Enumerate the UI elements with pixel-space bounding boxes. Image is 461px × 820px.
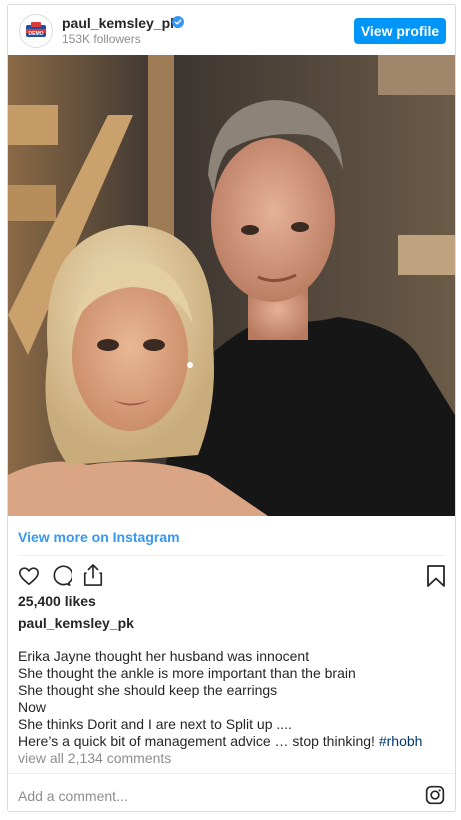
- divider: [8, 773, 455, 774]
- profile-avatar[interactable]: DEMO: [19, 14, 53, 48]
- view-more-on-instagram-link[interactable]: View more on Instagram: [18, 529, 180, 545]
- share-icon[interactable]: [82, 563, 104, 587]
- bookmark-icon[interactable]: [426, 565, 446, 587]
- caption-line: Now: [18, 699, 47, 715]
- view-profile-button[interactable]: View profile: [354, 18, 446, 44]
- hashtag-link[interactable]: #rhobh: [379, 733, 423, 749]
- heart-icon[interactable]: [18, 565, 40, 587]
- comment-icon[interactable]: [50, 565, 72, 587]
- post-caption: Erika Jayne thought her husband was inno…: [18, 648, 448, 750]
- view-all-comments-link[interactable]: view all 2,134 comments: [18, 750, 171, 766]
- caption-line-last: Here’s a quick bit of management advice …: [18, 733, 448, 750]
- caption-line: She thought the ankle is more important …: [18, 665, 356, 681]
- caption-line: Here’s a quick bit of management advice …: [18, 733, 379, 749]
- add-comment-input[interactable]: Add a comment...: [18, 788, 128, 804]
- post-photo-image: [8, 55, 455, 516]
- caption-line: Erika Jayne thought her husband was inno…: [18, 648, 310, 664]
- svg-text:DEMO: DEMO: [29, 31, 44, 37]
- post-header: DEMO paul_kemsley_pk 153K followers View…: [8, 5, 455, 55]
- follower-count: 153K followers: [62, 32, 141, 46]
- caption-line: She thinks Dorit and I are next to Split…: [18, 716, 292, 732]
- caption-username[interactable]: paul_kemsley_pk: [18, 615, 134, 631]
- verified-badge-icon: [172, 16, 184, 28]
- like-count[interactable]: 25,400 likes: [18, 593, 96, 609]
- post-photo[interactable]: [8, 55, 455, 516]
- profile-username[interactable]: paul_kemsley_pk: [62, 15, 178, 31]
- instagram-embed-card: DEMO paul_kemsley_pk 153K followers View…: [7, 4, 456, 812]
- caption-line: She thought she should keep the earrings: [18, 682, 278, 698]
- instagram-icon[interactable]: [425, 785, 445, 805]
- divider: [18, 555, 445, 556]
